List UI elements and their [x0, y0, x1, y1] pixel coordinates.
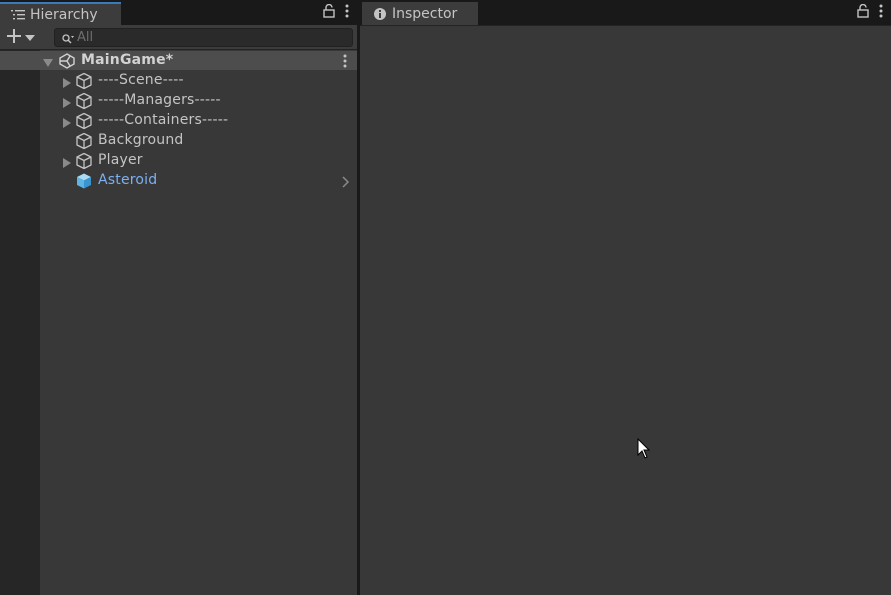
hierarchy-item-managers[interactable]: -----Managers-----	[0, 91, 357, 111]
tab-hierarchy-label: Hierarchy	[30, 6, 98, 23]
unity-editor-window: Hierarchy All MainGame* ----Scene---- --…	[0, 0, 891, 595]
search-input[interactable]	[77, 29, 347, 46]
tab-inspector[interactable]: Inspector	[362, 2, 478, 25]
cube-icon	[75, 152, 93, 170]
hierarchy-item-asteroid[interactable]: Asteroid	[0, 171, 357, 191]
inspector-window-buttons	[857, 3, 883, 22]
foldout-collapsed-icon[interactable]	[62, 96, 72, 108]
hierarchy-tab-bar: Hierarchy	[0, 0, 357, 25]
lock-icon[interactable]	[857, 3, 869, 22]
search-icon	[61, 31, 75, 45]
item-label: Background	[98, 132, 184, 148]
cube-icon	[75, 112, 93, 130]
mouse-cursor-icon	[637, 437, 651, 460]
hierarchy-item-background[interactable]: Background	[0, 131, 357, 151]
tab-hierarchy[interactable]: Hierarchy	[0, 2, 121, 25]
item-label: ----Scene----	[98, 72, 184, 88]
inspector-panel: Inspector	[360, 0, 891, 595]
cube-icon	[75, 132, 93, 150]
item-label: Asteroid	[98, 172, 158, 188]
prefab-cube-icon	[75, 172, 93, 190]
hierarchy-panel: Hierarchy All MainGame* ----Scene---- --…	[0, 0, 357, 595]
item-label: Player	[98, 152, 143, 168]
plus-icon	[6, 28, 22, 48]
add-gameobject-button[interactable]	[6, 28, 40, 47]
inspector-tab-bar: Inspector	[360, 0, 891, 25]
hierarchy-window-buttons	[323, 3, 349, 22]
info-icon	[372, 7, 388, 21]
hierarchy-item-scene[interactable]: ----Scene----	[0, 71, 357, 91]
inspector-content	[360, 25, 891, 595]
hierarchy-toolbar	[0, 25, 357, 50]
tab-inspector-label: Inspector	[392, 5, 458, 22]
foldout-collapsed-icon[interactable]	[62, 116, 72, 128]
scene-name: MainGame*	[81, 52, 174, 68]
cube-icon	[75, 72, 93, 90]
hierarchy-item-player[interactable]: Player	[0, 151, 357, 171]
foldout-collapsed-icon[interactable]	[62, 76, 72, 88]
item-label: -----Containers-----	[98, 112, 229, 128]
hierarchy-item-containers[interactable]: -----Containers-----	[0, 111, 357, 131]
kebab-menu-icon[interactable]	[879, 4, 883, 22]
chevron-down-icon	[25, 30, 35, 46]
chevron-right-icon[interactable]	[341, 176, 351, 188]
lock-icon[interactable]	[323, 3, 335, 22]
item-label: -----Managers-----	[98, 92, 221, 108]
hierarchy-search-field[interactable]	[54, 28, 353, 47]
list-icon	[10, 8, 26, 22]
foldout-expanded-icon[interactable]	[43, 56, 53, 67]
cube-icon	[75, 92, 93, 110]
kebab-menu-icon[interactable]	[345, 4, 349, 22]
scene-header-row[interactable]: MainGame*	[0, 51, 357, 70]
scene-menu-icon[interactable]	[343, 54, 347, 68]
unity-logo-icon	[58, 52, 76, 70]
foldout-collapsed-icon[interactable]	[62, 156, 72, 168]
